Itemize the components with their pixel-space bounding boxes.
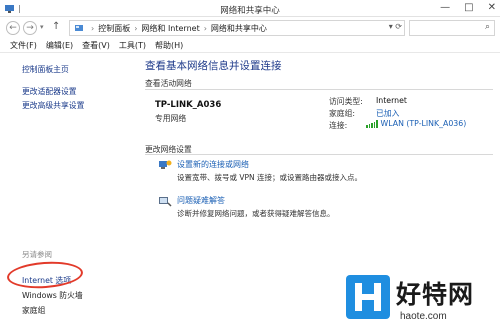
forward-button[interactable]: → xyxy=(23,21,37,35)
setup-connection-desc: 设置宽带、拨号或 VPN 连接；或设置路由器或接入点。 xyxy=(177,173,363,182)
breadcrumb-control-panel[interactable]: 控制面板 xyxy=(98,23,130,34)
troubleshoot-link[interactable]: 问题疑难解答 xyxy=(177,195,225,206)
refresh-icon[interactable]: ▾ ⟳ xyxy=(389,22,402,31)
access-type-value: Internet xyxy=(376,96,407,105)
menu-edit[interactable]: 编辑(E) xyxy=(46,40,73,51)
network-setup-icon xyxy=(159,160,172,169)
menu-file[interactable]: 文件(F) xyxy=(10,40,37,51)
window-title: 网络和共享中心 xyxy=(220,6,280,16)
see-also-heading: 另请参阅 xyxy=(22,250,52,259)
connection-link[interactable]: WLAN (TP-LINK_A036) xyxy=(366,119,466,128)
sidebar-item-control-panel-home[interactable]: 控制面板主页 xyxy=(22,64,69,75)
control-panel-icon xyxy=(75,25,83,31)
network-name: TP-LINK_A036 xyxy=(155,100,222,110)
setup-connection-link[interactable]: 设置新的连接或网络 xyxy=(177,159,249,170)
menu-help[interactable]: 帮助(H) xyxy=(155,40,183,51)
connection-value: WLAN (TP-LINK_A036) xyxy=(380,119,467,128)
close-icon[interactable]: ✕ xyxy=(488,2,496,14)
address-bar[interactable]: › 控制面板 › 网络和 Internet › 网络和共享中心 ▾ ⟳ xyxy=(69,20,405,36)
troubleshoot-icon xyxy=(159,197,172,207)
sidebar: 控制面板主页 更改适配器设置 更改高级共享设置 另请参阅 Internet 选项… xyxy=(0,53,130,332)
breadcrumb-network-internet[interactable]: 网络和 Internet xyxy=(141,23,199,34)
recent-pages-icon[interactable]: ▾ xyxy=(40,23,44,31)
search-icon[interactable]: ⌕ xyxy=(485,22,490,32)
chevron-right-icon: › xyxy=(91,23,95,33)
brand-logo-glyph-icon xyxy=(355,283,381,311)
minimize-icon[interactable]: — xyxy=(440,2,450,14)
back-button[interactable]: ← xyxy=(6,21,20,35)
connection-label: 连接: xyxy=(329,121,348,130)
breadcrumb-network-sharing[interactable]: 网络和共享中心 xyxy=(211,23,267,34)
brand-name: 好特网 xyxy=(396,280,475,309)
access-type-label: 访问类型: xyxy=(329,97,363,106)
menu-view[interactable]: 查看(V) xyxy=(82,40,110,51)
troubleshoot-desc: 诊断并修复网络问题，或者获得疑难解答信息。 xyxy=(177,209,335,218)
menu-tools[interactable]: 工具(T) xyxy=(119,40,146,51)
active-networks-heading: 查看活动网络 xyxy=(145,79,192,88)
brand-logo xyxy=(346,275,390,319)
network-type[interactable]: 专用网络 xyxy=(155,113,186,124)
sidebar-item-adapter-settings[interactable]: 更改适配器设置 xyxy=(22,86,77,97)
watermark: 好特网 haote.com xyxy=(346,273,496,329)
window-controls: — □ ✕ xyxy=(440,2,496,14)
chevron-right-icon: › xyxy=(134,23,138,33)
chevron-right-icon: › xyxy=(203,23,207,33)
divider xyxy=(145,154,493,155)
menu-bar: 文件(F) 编辑(E) 查看(V) 工具(T) 帮助(H) xyxy=(0,39,500,53)
address-row: ← → ▾ ↑ › 控制面板 › 网络和 Internet › 网络和共享中心 … xyxy=(0,17,500,39)
maximize-icon[interactable]: □ xyxy=(464,2,473,14)
page-title: 查看基本网络信息并设置连接 xyxy=(145,60,282,72)
up-arrow-icon[interactable]: ↑ xyxy=(52,21,60,32)
brand-url: haote.com xyxy=(400,311,447,322)
homegroup-label: 家庭组: xyxy=(329,109,356,118)
see-also-homegroup[interactable]: 家庭组 xyxy=(22,305,45,316)
sidebar-item-advanced-sharing[interactable]: 更改高级共享设置 xyxy=(22,100,84,111)
divider xyxy=(145,89,493,90)
homegroup-value-link[interactable]: 已加入 xyxy=(376,108,399,119)
title-bar: | 网络和共享中心 — □ ✕ xyxy=(0,0,500,17)
wifi-signal-icon xyxy=(366,119,378,128)
see-also-windows-firewall[interactable]: Windows 防火墙 xyxy=(22,290,83,301)
search-input[interactable]: ⌕ xyxy=(409,20,495,36)
